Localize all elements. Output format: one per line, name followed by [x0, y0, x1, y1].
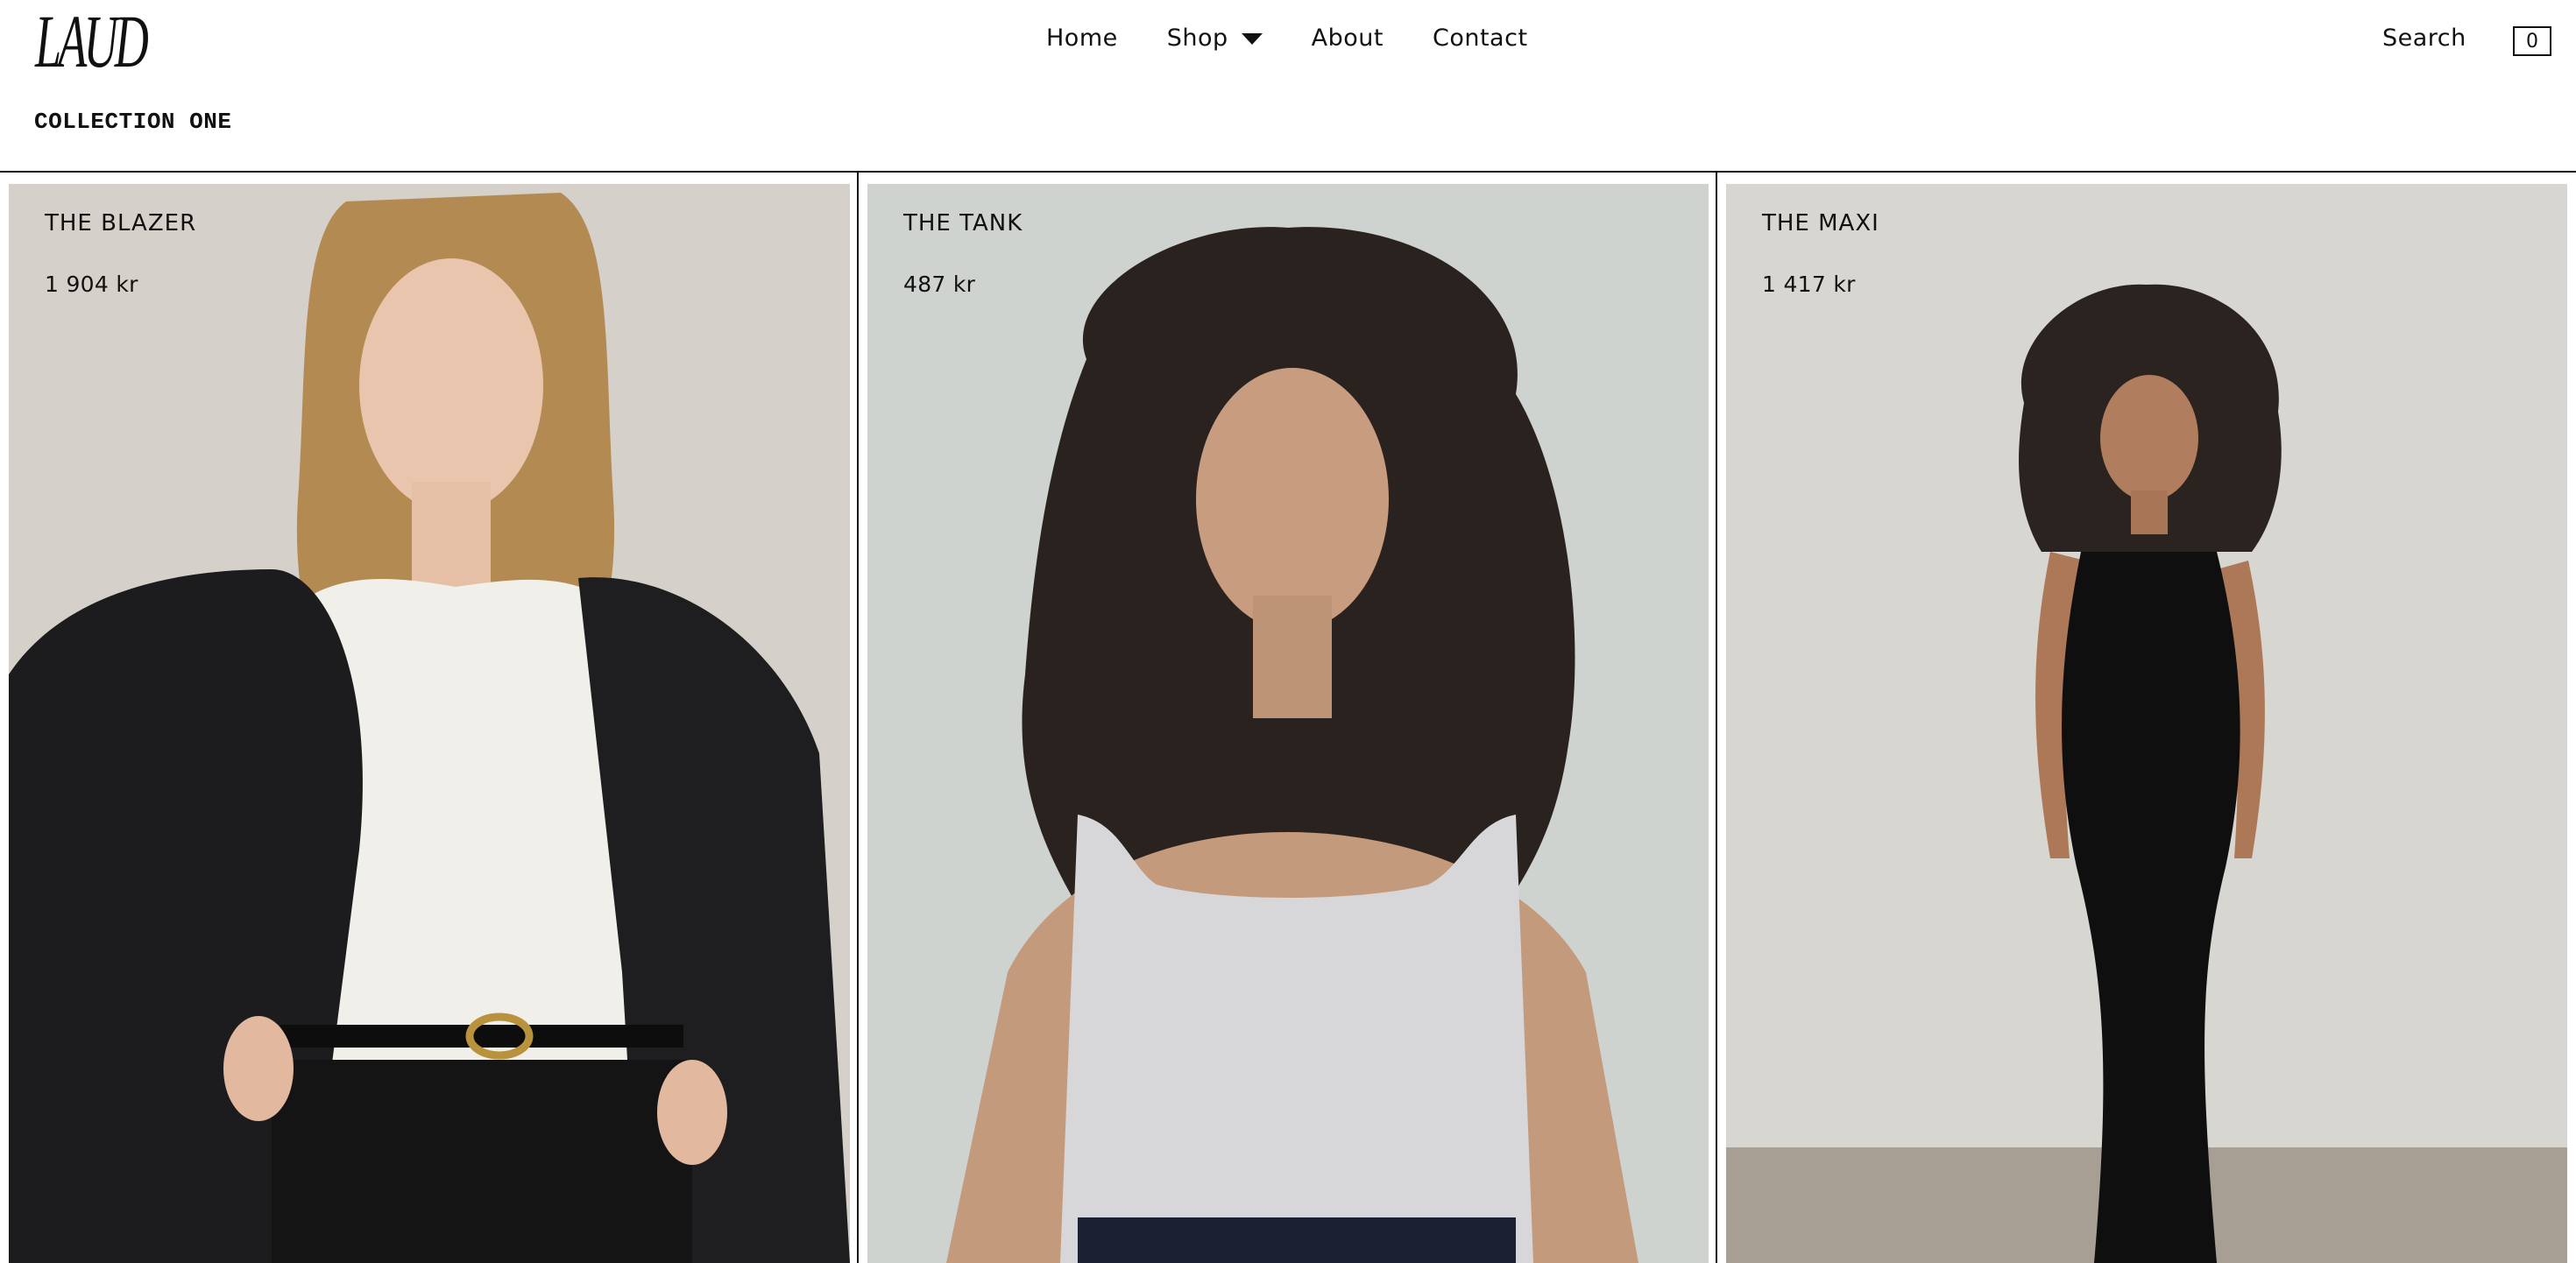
product-title: THE BLAZER	[45, 210, 197, 236]
product-title: THE MAXI	[1762, 210, 1879, 236]
product-price: 1 417 kr	[1762, 272, 1856, 297]
product-card[interactable]: THE TANK 487 kr	[867, 184, 1709, 1263]
column-divider	[1716, 173, 1717, 1263]
search-link[interactable]: Search	[2382, 25, 2466, 52]
product-title: THE TANK	[903, 210, 1023, 236]
site-header: LAUD Home Shop About Contact Search 0 CO…	[0, 0, 2576, 172]
column-divider	[857, 173, 859, 1263]
nav-home[interactable]: Home	[1046, 25, 1118, 52]
nav-home-label: Home	[1046, 25, 1118, 52]
product-grid: THE BLAZER 1 904 kr THE TANK 487 kr THE …	[0, 173, 2576, 1263]
product-image-tank	[867, 184, 1709, 1263]
product-card[interactable]: THE BLAZER 1 904 kr	[9, 184, 850, 1263]
product-image-blazer	[9, 184, 850, 1263]
nav-about-label: About	[1311, 25, 1384, 52]
nav-about[interactable]: About	[1312, 25, 1384, 52]
nav-contact-label: Contact	[1432, 25, 1528, 52]
cart-button[interactable]: 0	[2513, 26, 2551, 56]
laud-logo-mark: LAUD	[34, 4, 149, 75]
product-price: 1 904 kr	[45, 272, 138, 297]
product-image-maxi	[1726, 184, 2567, 1263]
caret-down-icon	[1241, 33, 1263, 45]
product-card[interactable]: THE MAXI 1 417 kr	[1726, 184, 2567, 1263]
page-title: COLLECTION ONE	[34, 109, 232, 135]
svg-text:LAUD: LAUD	[34, 4, 148, 75]
nav-shop[interactable]: Shop	[1167, 25, 1263, 52]
product-price: 487 kr	[903, 272, 976, 297]
brand-logo[interactable]: LAUD	[33, 4, 149, 75]
nav-contact[interactable]: Contact	[1433, 25, 1528, 52]
cart-count: 0	[2526, 30, 2538, 53]
main-nav: Home Shop About Contact	[1046, 25, 1528, 52]
nav-shop-label: Shop	[1166, 25, 1228, 52]
